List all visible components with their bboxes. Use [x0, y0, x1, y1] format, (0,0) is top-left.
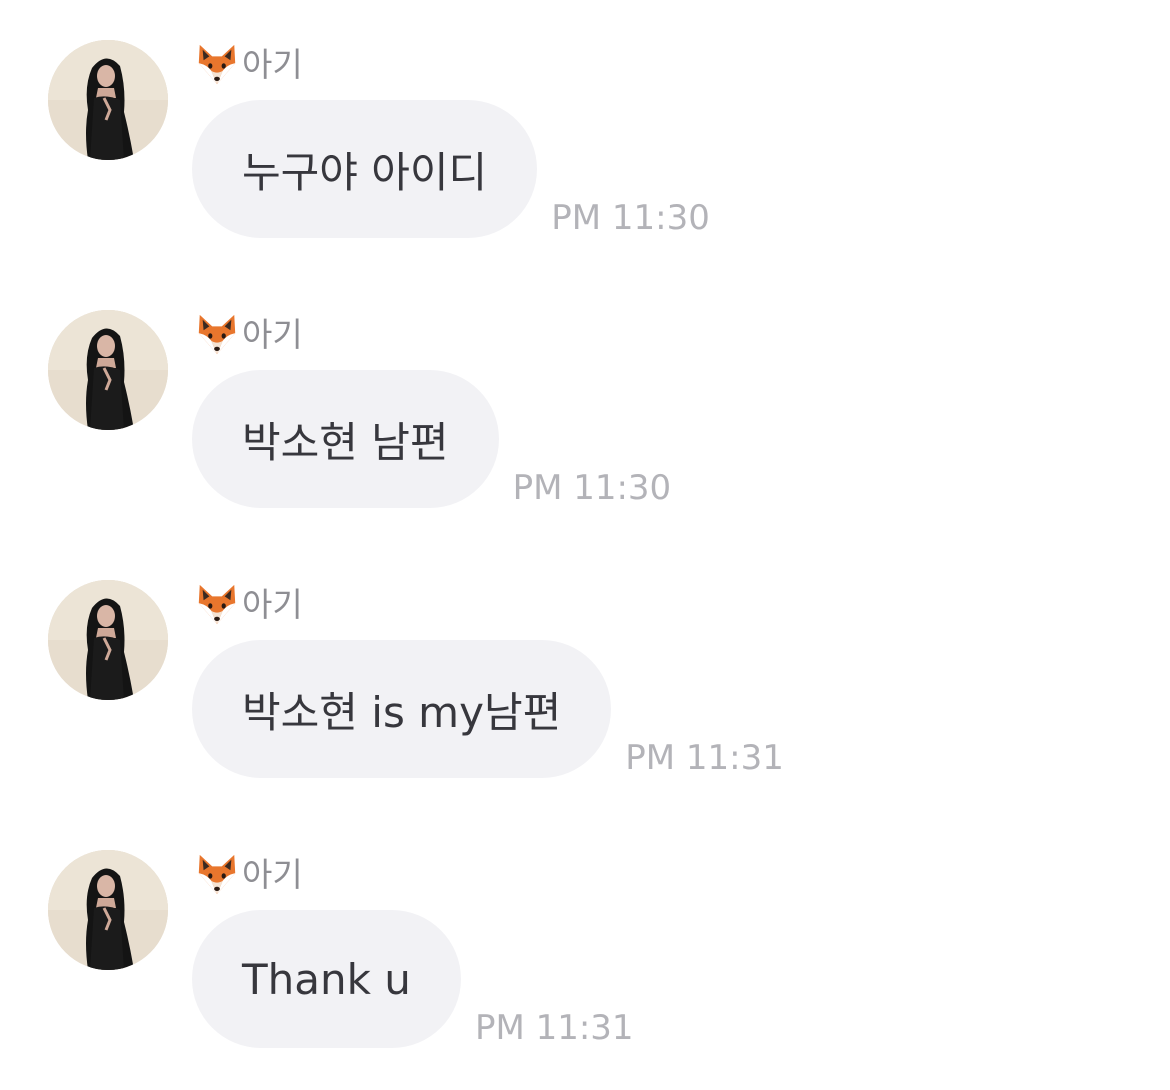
message-group: 아기 누구야 아이디 PM 11:30: [0, 40, 1170, 280]
fox-face-icon: [194, 852, 240, 898]
fox-face-icon: [194, 582, 240, 628]
message-group: 아기 박소현 is my남편 PM 11:31: [0, 580, 1170, 820]
sender-row: 아기: [194, 42, 303, 88]
fox-face-icon: [194, 42, 240, 88]
message-timestamp: PM 11:31: [625, 738, 784, 778]
message-row: 누구야 아이디 PM 11:30: [192, 100, 710, 238]
avatar[interactable]: [48, 40, 168, 160]
sender-name: 아기: [242, 45, 303, 84]
avatar[interactable]: [48, 580, 168, 700]
avatar[interactable]: [48, 850, 168, 970]
message-timestamp: PM 11:30: [512, 468, 672, 508]
avatar-image: [48, 580, 168, 700]
message-timestamp: PM 11:31: [474, 1008, 634, 1048]
sender-row: 아기: [194, 852, 303, 898]
sender-row: 아기: [194, 312, 303, 358]
message-group: 아기 박소현 남편 PM 11:30: [0, 310, 1170, 550]
message-row: Thank u PM 11:31: [192, 910, 634, 1048]
message-bubble[interactable]: Thank u: [192, 910, 461, 1048]
message-bubble[interactable]: 박소현 is my남편: [192, 640, 612, 778]
sender-name: 아기: [242, 585, 303, 624]
fox-face-icon: [194, 312, 240, 358]
message-row: 박소현 is my남편 PM 11:31: [192, 640, 784, 778]
sender-name: 아기: [242, 855, 303, 894]
message-bubble[interactable]: 누구야 아이디: [192, 100, 538, 238]
sender-row: 아기: [194, 582, 303, 628]
message-group: 아기 Thank u PM 11:31: [0, 850, 1170, 1090]
message-timestamp: PM 11:30: [551, 198, 710, 238]
avatar[interactable]: [48, 310, 168, 430]
message-row: 박소현 남편 PM 11:30: [192, 370, 671, 508]
avatar-image: [48, 310, 168, 430]
message-bubble[interactable]: 박소현 남편: [192, 370, 499, 508]
avatar-image: [48, 850, 168, 970]
avatar-image: [48, 40, 168, 160]
sender-name: 아기: [242, 315, 303, 354]
